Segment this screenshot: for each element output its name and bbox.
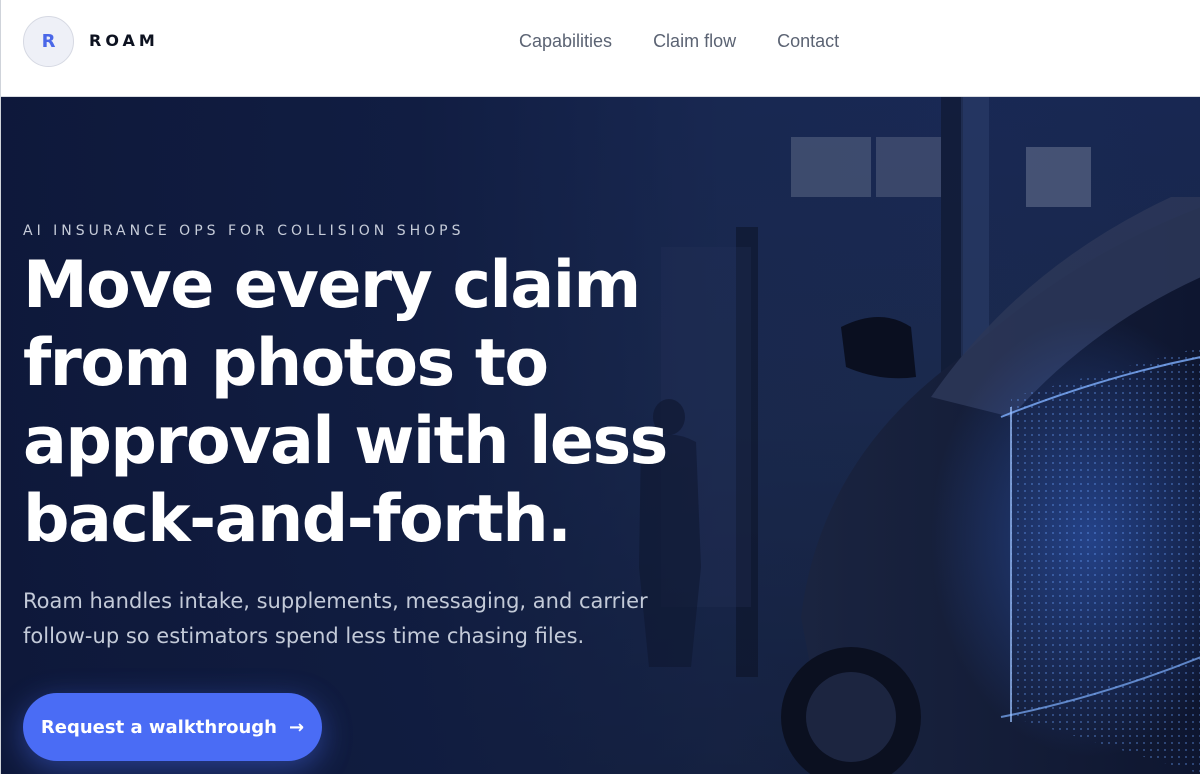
main-nav: Capabilities Claim flow Contact [519, 31, 839, 52]
arrow-right-icon: → [288, 716, 305, 738]
hero-subcopy: Roam handles intake, supplements, messag… [23, 589, 648, 648]
hero-eyebrow: AI INSURANCE OPS FOR COLLISION SHOPS [23, 223, 465, 239]
nav-link-capabilities[interactable]: Capabilities [519, 31, 612, 52]
logo-badge[interactable]: R [23, 16, 74, 67]
nav-link-contact[interactable]: Contact [777, 31, 839, 52]
hero-headline: Move every claim from photos to approval… [23, 248, 668, 557]
brand-name[interactable]: ROAM [89, 31, 159, 50]
cta-label: Request a walkthrough [40, 716, 277, 738]
hero-section: AI INSURANCE OPS FOR COLLISION SHOPS Mov… [0, 97, 1200, 774]
site-header: R ROAM Capabilities Claim flow Contact [0, 0, 1200, 97]
logo-letter: R [41, 31, 56, 52]
request-walkthrough-button[interactable]: Request a walkthrough → [23, 693, 322, 761]
nav-link-claim-flow[interactable]: Claim flow [653, 31, 736, 52]
